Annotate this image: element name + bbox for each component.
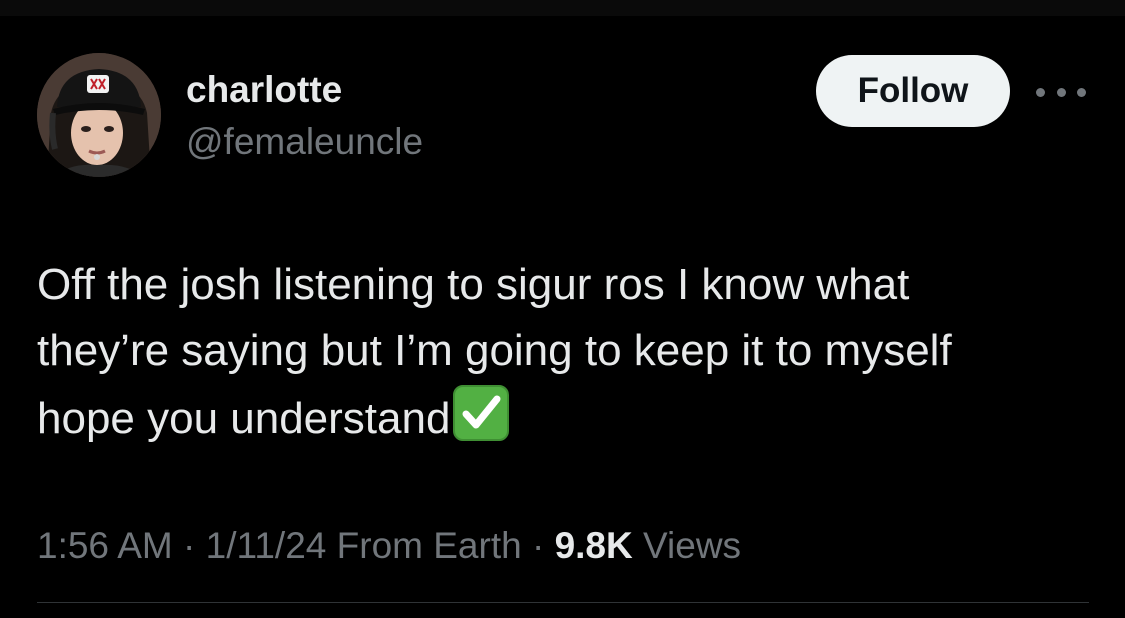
tweet-time[interactable]: 1:56 AM <box>37 525 173 566</box>
tweet-card: charlotte @femaleuncle Follow Off the jo… <box>0 16 1125 618</box>
user-handle[interactable]: @femaleuncle <box>186 120 423 164</box>
avatar[interactable] <box>37 53 161 177</box>
follow-button[interactable]: Follow <box>816 55 1010 127</box>
more-options-icon[interactable] <box>1036 84 1086 100</box>
tweet-metadata: 1:56 AM · 1/11/24 From Earth · 9.8K View… <box>37 524 741 568</box>
more-dot <box>1077 87 1086 97</box>
tweet-text-line: they’re saying but I’m going to keep it … <box>37 326 952 375</box>
status-bar-strip <box>0 0 1125 16</box>
more-dot <box>1056 87 1066 97</box>
tweet-text: Off the josh listening to sigur ros I kn… <box>37 252 1097 452</box>
tweet-text-line: Off the josh listening to sigur ros I kn… <box>37 260 910 309</box>
more-dot <box>1036 87 1045 97</box>
tweet-source: From Earth <box>336 525 522 566</box>
check-mark-button-emoji-icon <box>453 385 510 441</box>
tweet-text-line-last: hope you understand <box>37 384 1097 452</box>
meta-separator: · <box>183 525 196 566</box>
views-count[interactable]: 9.8K <box>555 525 633 566</box>
tweet-date[interactable]: 1/11/24 <box>206 525 327 566</box>
avatar-image <box>37 53 161 177</box>
tweet-text-fragment: hope you understand <box>37 394 451 443</box>
meta-separator: · <box>531 525 545 566</box>
display-name[interactable]: charlotte <box>186 68 342 112</box>
views-label[interactable]: Views <box>643 525 741 566</box>
divider <box>37 602 1089 603</box>
